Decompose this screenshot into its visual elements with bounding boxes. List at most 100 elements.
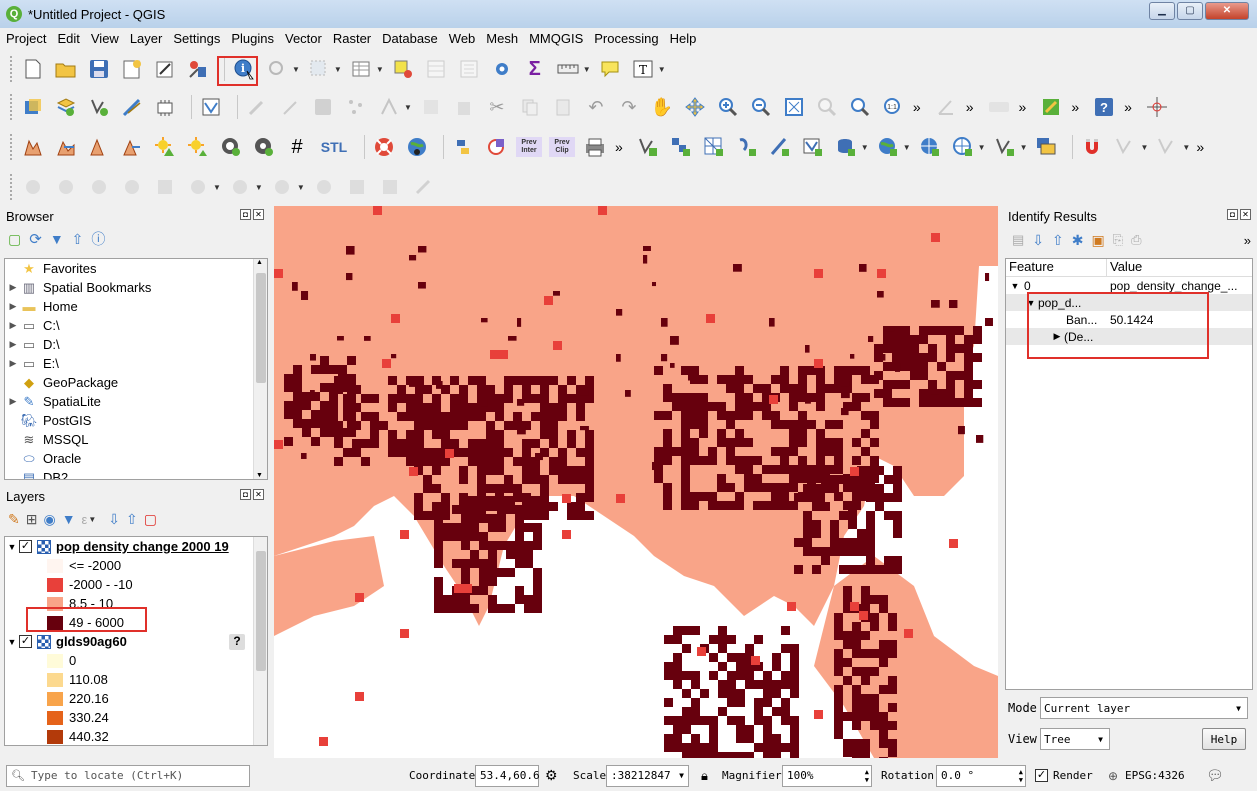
result-row-feature[interactable]: ▼ 0 pop_density_change_... [1006,277,1252,294]
add-selected-layers-icon[interactable]: ▢ [8,231,21,248]
expand-new-results-icon[interactable]: ✱ [1072,232,1084,249]
zoom-to-layer-icon[interactable] [847,94,873,120]
stl-export-icon[interactable]: STL [317,134,351,160]
delete-part-icon[interactable] [152,174,178,200]
filter-icon[interactable]: ▼ [50,231,64,247]
locator-search[interactable]: 🔍︎ Type to locate (Ctrl+K) [6,764,250,787]
close-panel-icon[interactable]: ✕ [253,209,264,220]
new-vertex-layer-icon[interactable] [992,134,1018,160]
prev-clip-icon[interactable]: Prev Clip [549,134,575,160]
delete-ring-icon[interactable] [119,174,145,200]
viewshed-2-icon[interactable] [251,134,277,160]
style-manager-icon[interactable] [185,56,211,82]
layout-manager-icon[interactable] [152,56,178,82]
crs-button[interactable]: EPSG:4326 [1125,769,1185,782]
redo-icon[interactable]: ↷ [616,94,642,120]
statistical-summary-icon[interactable]: Σ [522,56,548,82]
filter-expression-icon[interactable]: ε [82,512,88,527]
collapse-arrow-icon[interactable]: ▼ [1024,298,1038,308]
save-project-icon[interactable] [86,56,112,82]
manage-themes-icon[interactable]: ◉ [43,511,55,528]
crosshair-icon[interactable] [1144,94,1170,120]
cut-features-icon[interactable]: ✂ [484,94,510,120]
messages-icon[interactable]: 💬︎ [1206,767,1224,784]
expand-arrow-icon[interactable]: ▶ [5,396,21,407]
new-mesh-layer-icon[interactable] [701,134,727,160]
expand-arrow-icon[interactable]: ▶ [5,358,21,369]
add-point-layer-icon[interactable] [86,94,112,120]
new-point-layer-icon[interactable] [635,134,661,160]
label-tool-icon[interactable] [986,94,1012,120]
help-button[interactable]: Help [1202,728,1246,750]
new-grid-layer-icon[interactable] [668,134,694,160]
menu-settings[interactable]: Settings [173,31,220,46]
menu-view[interactable]: View [91,31,119,46]
rotate-point-icon[interactable] [410,174,436,200]
profile-tool-icon[interactable] [20,134,46,160]
new-temp-layer-icon[interactable] [734,134,760,160]
menu-processing[interactable]: Processing [594,31,658,46]
menu-database[interactable]: Database [382,31,438,46]
expand-arrow-icon[interactable]: ▶ [5,282,21,293]
open-project-icon[interactable] [53,56,79,82]
menu-mmqgis[interactable]: MMQGIS [529,31,583,46]
zoom-out-icon[interactable] [748,94,774,120]
text-annotation-icon[interactable]: T [630,56,656,82]
result-row-layer[interactable]: ▼ pop_d... [1006,294,1252,311]
expand-arrow-icon[interactable]: ▶ [5,339,21,350]
layer-name[interactable]: pop density change 2000 19 [56,539,229,554]
field-calculator-icon[interactable] [456,56,482,82]
copy-feature-icon[interactable]: ⎘ [1113,232,1123,248]
scale-select[interactable]: :38212847 ▼ [606,764,689,787]
map-tips-icon[interactable] [597,56,623,82]
coordinate-field[interactable]: 53.4,60.6 [475,764,540,787]
snapping-magnet-icon[interactable] [1079,134,1105,160]
minimize-button[interactable]: ▁ [1149,2,1175,20]
map-canvas[interactable] [274,206,998,758]
menu-vector[interactable]: Vector [285,31,322,46]
new-line-layer-icon[interactable] [767,134,793,160]
crs-globe-icon[interactable]: ⊕ [1108,769,1118,783]
vertex-tool-icon[interactable] [376,94,402,120]
fill-ring-icon[interactable] [86,174,112,200]
browser-item[interactable]: ≋ MSSQL [5,430,267,449]
magnifier-spinbox[interactable]: 100% ▲ ▼ [782,764,872,787]
paste-features-icon[interactable] [550,94,576,120]
digitize-icon[interactable] [343,94,369,120]
rotation-spinbox[interactable]: 0.0 ° ▲ ▼ [936,764,1026,787]
float-panel-icon[interactable]: ◘ [240,489,251,500]
column-header-feature[interactable]: Feature [1006,259,1107,276]
remove-layer-icon[interactable]: ▢ [144,511,157,528]
hillshade-icon[interactable] [152,134,178,160]
collapse-arrow-icon[interactable]: ▼ [5,637,19,647]
select-features-icon[interactable] [306,56,332,82]
menu-edit[interactable]: Edit [57,31,79,46]
layer-visibility-checkbox[interactable]: ✓ [19,635,32,648]
offset-curve-icon[interactable] [227,174,253,200]
globe-icon[interactable] [404,134,430,160]
edit-pencil-icon[interactable] [244,94,270,120]
split-features-icon[interactable] [269,174,295,200]
close-panel-icon[interactable]: ✕ [253,489,264,500]
new-print-layout-icon[interactable] [119,56,145,82]
column-header-value[interactable]: Value [1107,259,1252,276]
attribute-table-icon[interactable] [348,56,374,82]
collapse-arrow-icon[interactable]: ▼ [1006,281,1024,291]
mode-select[interactable]: Current layer ▼ [1040,697,1248,719]
merge-attributes-icon[interactable] [377,174,403,200]
add-part-icon[interactable] [53,174,79,200]
viewshed-icon[interactable] [218,134,244,160]
zoom-to-selection-icon[interactable] [814,94,840,120]
menu-raster[interactable]: Raster [333,31,371,46]
identify-features-icon[interactable]: i [231,56,257,82]
add-line-layer-icon[interactable] [119,94,145,120]
layer-name[interactable]: glds90ag60 [56,634,127,649]
browser-item[interactable]: ▶ ▭ E:\ [5,354,267,373]
browser-item[interactable]: ◆ GeoPackage [5,373,267,392]
menu-plugins[interactable]: Plugins [231,31,274,46]
new-virtual-layer-icon[interactable] [1033,134,1059,160]
new-project-icon[interactable] [20,56,46,82]
expand-all-icon[interactable]: ⇩ [108,511,120,528]
expand-tree-icon[interactable]: ▤ [1012,232,1024,248]
zoom-full-icon[interactable] [781,94,807,120]
